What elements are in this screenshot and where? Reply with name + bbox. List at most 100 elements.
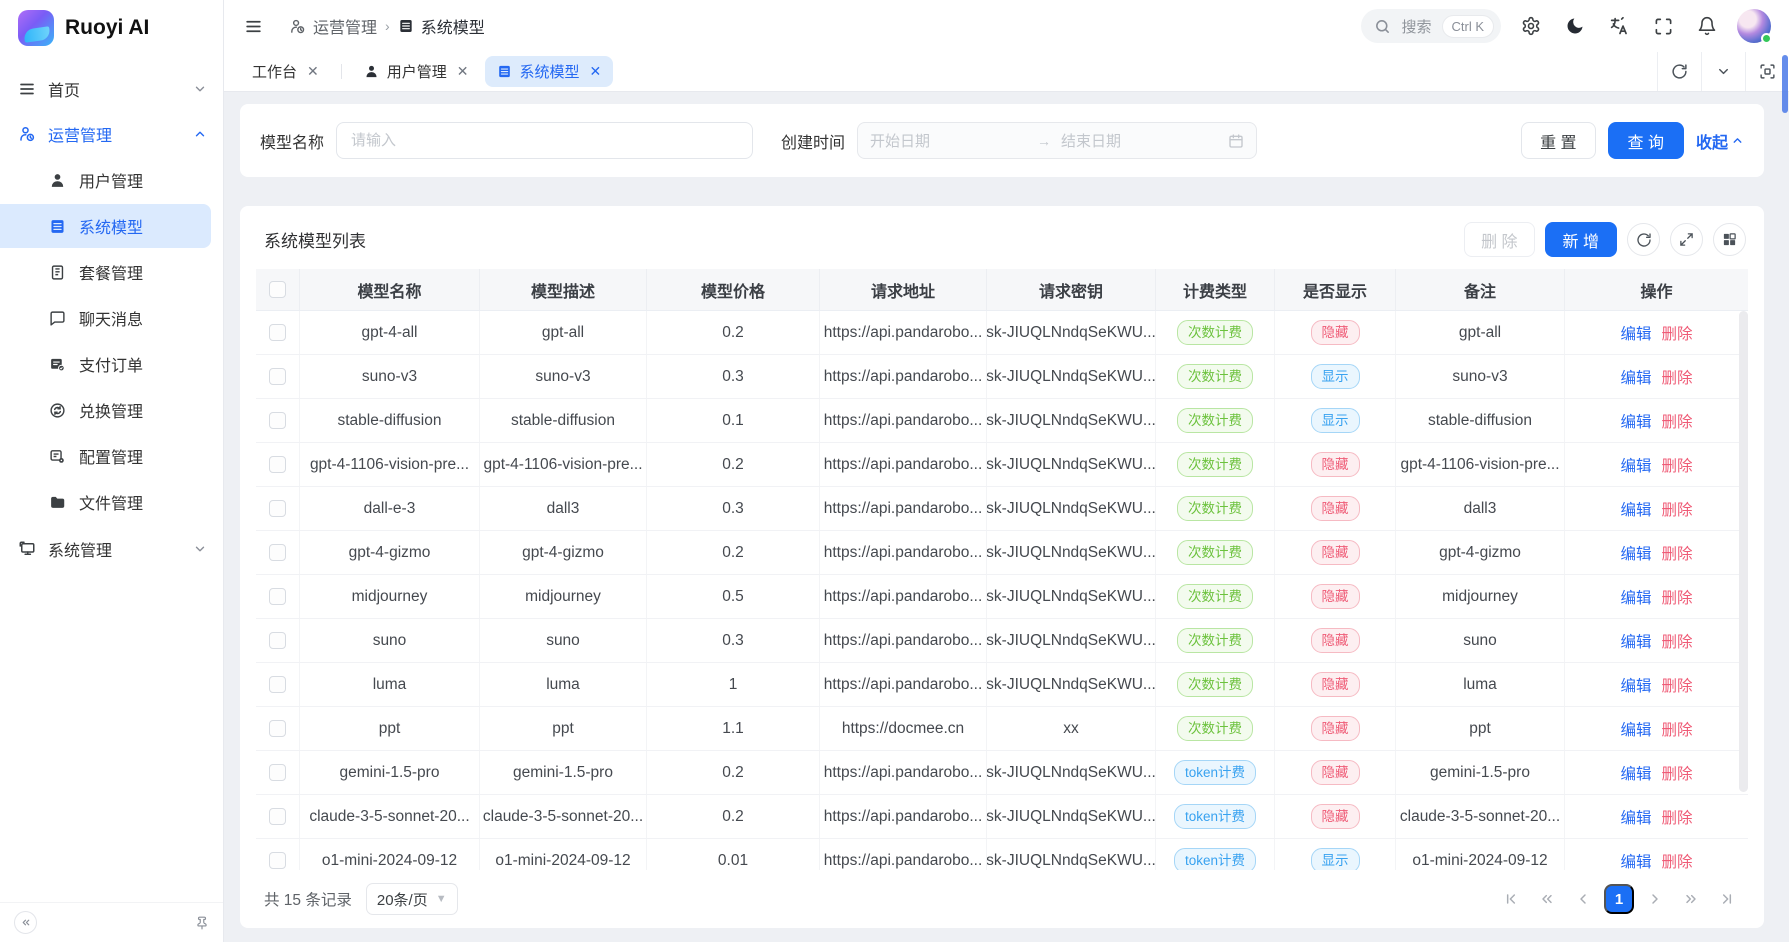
table-columns-settings-icon[interactable] [1713,223,1746,256]
row-checkbox[interactable] [269,632,286,649]
edit-link[interactable]: 编辑 [1620,806,1651,828]
delete-link[interactable]: 删除 [1662,454,1693,476]
column-header: 备注 [1396,269,1565,310]
sidebar-item-chat-messages[interactable]: 聊天消息 [0,296,211,340]
fullscreen-icon[interactable] [1650,13,1677,40]
refresh-icon[interactable] [1657,52,1701,91]
next-page-icon[interactable] [1640,884,1670,914]
tab-workbench[interactable]: 工作台 ✕ [240,56,331,87]
sidebar-item-operations[interactable]: 运营管理 [0,111,223,156]
edit-link[interactable]: 编辑 [1620,630,1651,652]
row-checkbox[interactable] [269,764,286,781]
global-search[interactable]: 搜索 Ctrl K [1361,9,1501,43]
arrow-right-icon: → [1037,133,1051,149]
sidebar-item-user-management[interactable]: 用户管理 [0,158,211,202]
cell-model-name: midjourney [300,575,480,618]
dark-mode-moon-icon[interactable] [1561,12,1589,40]
close-icon[interactable]: ✕ [307,63,319,80]
row-checkbox[interactable] [269,412,286,429]
cell-visibility: 隐藏 [1275,311,1396,354]
sidebar-item-exchange-management[interactable]: 兑换管理 [0,388,211,432]
model-name-input[interactable] [336,122,753,159]
delete-link[interactable]: 删除 [1662,586,1693,608]
row-checkbox[interactable] [269,588,286,605]
language-translate-icon[interactable] [1605,12,1634,41]
sidebar-collapse-button[interactable] [14,911,37,934]
delete-link[interactable]: 删除 [1662,366,1693,388]
edit-link[interactable]: 编辑 [1620,674,1651,696]
prev-page-icon[interactable] [1568,884,1598,914]
brand[interactable]: Ruoyi AI [0,0,223,56]
delete-link[interactable]: 删除 [1662,630,1693,652]
last-page-icon[interactable] [1712,884,1742,914]
user-avatar[interactable] [1737,9,1771,43]
hamburger-menu-icon[interactable] [240,13,267,40]
edit-link[interactable]: 编辑 [1620,410,1651,432]
chevron-down-icon[interactable] [1701,52,1745,91]
page-scrollbar[interactable] [1782,55,1788,113]
sidebar-item-system-management[interactable]: 系统管理 [0,526,223,571]
pin-icon[interactable] [195,916,209,930]
sidebar-item-package-management[interactable]: 套餐管理 [0,250,211,294]
close-icon[interactable]: ✕ [590,63,602,80]
breadcrumb-parent[interactable]: 运营管理 [289,14,377,38]
edit-link[interactable]: 编辑 [1620,366,1651,388]
scrollbar-thumb[interactable] [1739,311,1748,792]
row-checkbox[interactable] [269,720,286,737]
edit-link[interactable]: 编辑 [1620,586,1651,608]
delete-button[interactable]: 删 除 [1464,222,1534,257]
row-checkbox[interactable] [269,808,286,825]
date-range-picker[interactable]: 开始日期 → 结束日期 [857,122,1257,159]
edit-link[interactable]: 编辑 [1620,498,1651,520]
table-vertical-scrollbar[interactable] [1739,311,1748,870]
table-refresh-icon[interactable] [1627,223,1660,256]
edit-link[interactable]: 编辑 [1620,850,1651,871]
close-icon[interactable]: ✕ [457,63,469,80]
current-page[interactable]: 1 [1604,884,1634,914]
delete-link[interactable]: 删除 [1662,806,1693,828]
sidebar-item-config-management[interactable]: 配置管理 [0,434,211,478]
sidebar-item-home[interactable]: 首页 [0,66,223,111]
edit-link[interactable]: 编辑 [1620,542,1651,564]
table-row: suno-v3 suno-v3 0.3 https://api.pandarob… [256,355,1748,399]
add-button[interactable]: 新 增 [1545,222,1617,257]
row-checkbox[interactable] [269,368,286,385]
edit-link[interactable]: 编辑 [1620,762,1651,784]
next-10-pages-icon[interactable] [1676,884,1706,914]
select-all-checkbox[interactable] [269,281,286,298]
cell-visibility: 隐藏 [1275,663,1396,706]
notifications-bell-icon[interactable] [1693,12,1721,40]
row-checkbox[interactable] [269,852,286,869]
first-page-icon[interactable] [1496,884,1526,914]
tab-user-management[interactable]: 用户管理 ✕ [352,56,481,87]
prev-10-pages-icon[interactable] [1532,884,1562,914]
edit-link[interactable]: 编辑 [1620,322,1651,344]
cell-model-name: suno [300,619,480,662]
table-expand-icon[interactable] [1670,223,1703,256]
delete-link[interactable]: 删除 [1662,410,1693,432]
cell-model-name: suno-v3 [300,355,480,398]
edit-link[interactable]: 编辑 [1620,454,1651,476]
delete-link[interactable]: 删除 [1662,718,1693,740]
collapse-filters-link[interactable]: 收起 [1696,129,1744,153]
tab-system-model[interactable]: 系统模型 ✕ [485,56,614,87]
delete-link[interactable]: 删除 [1662,322,1693,344]
delete-link[interactable]: 删除 [1662,762,1693,784]
delete-link[interactable]: 删除 [1662,850,1693,871]
settings-gear-icon[interactable] [1517,12,1545,40]
reset-button[interactable]: 重 置 [1521,122,1595,159]
sidebar-item-system-model[interactable]: 系统模型 [0,204,211,248]
delete-link[interactable]: 删除 [1662,498,1693,520]
sidebar-item-payment-orders[interactable]: 支付订单 [0,342,211,386]
page-size-select[interactable]: 20条/页 ▼ [366,883,458,915]
row-checkbox[interactable] [269,544,286,561]
delete-link[interactable]: 删除 [1662,674,1693,696]
edit-link[interactable]: 编辑 [1620,718,1651,740]
row-checkbox[interactable] [269,456,286,473]
row-checkbox[interactable] [269,676,286,693]
search-button[interactable]: 查 询 [1608,122,1684,159]
sidebar-item-file-management[interactable]: 文件管理 [0,480,211,524]
row-checkbox[interactable] [269,500,286,517]
row-checkbox[interactable] [269,324,286,341]
delete-link[interactable]: 删除 [1662,542,1693,564]
